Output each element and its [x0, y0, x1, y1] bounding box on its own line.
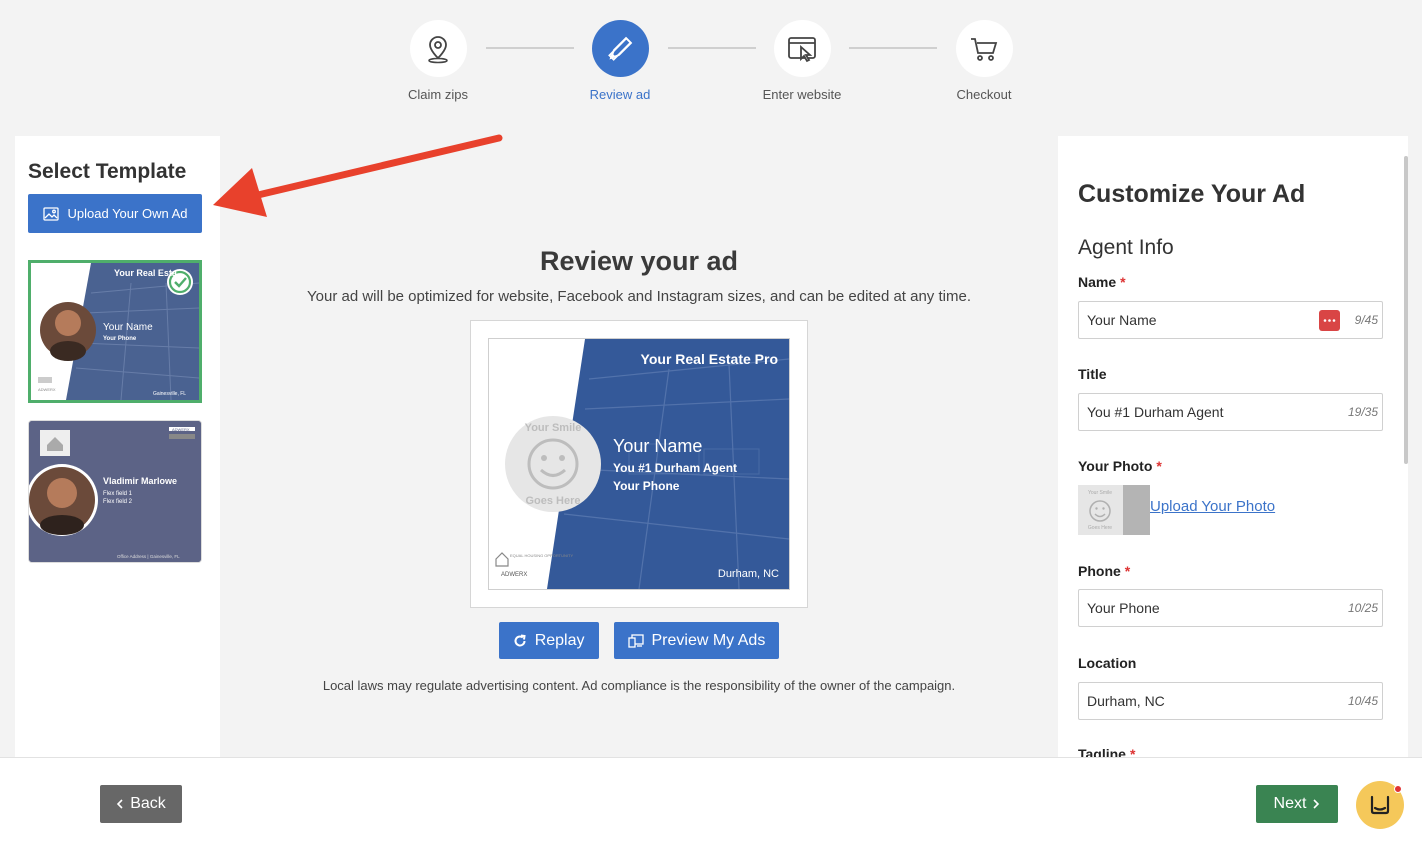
template-2-brand: ADWERX [172, 427, 190, 432]
phone-input[interactable] [1079, 590, 1348, 626]
photo-thumb-bottom: Goes Here [1088, 525, 1112, 531]
photo-thumb-top: Your Smile [1088, 490, 1112, 496]
upload-own-ad-button[interactable]: Upload Your Own Ad [28, 194, 202, 233]
step-review-ad[interactable]: Review ad [560, 20, 680, 102]
svg-text:ADWERX: ADWERX [38, 387, 56, 392]
template-1-phone: Your Phone [103, 336, 137, 342]
location-label: Location [1078, 655, 1137, 671]
template-1-location: Gainesville, FL [153, 391, 186, 397]
bottom-navigation-bar: Back Next [0, 757, 1422, 841]
progress-stepper: Claim zips Review ad Enter website Check… [0, 0, 1422, 120]
phone-counter: 10/25 [1347, 601, 1378, 615]
replay-label: Replay [534, 631, 585, 649]
title-counter: 19/35 [1347, 405, 1378, 419]
back-button[interactable]: Back [100, 785, 182, 823]
template-2-flex1: Flex field 1 [103, 491, 133, 497]
ad-preview-frame: Your Smile Goes Here Your Real Estate Pr… [470, 320, 808, 608]
ad-preview: Your Smile Goes Here Your Real Estate Pr… [488, 338, 790, 590]
template-panel: Select Template Upload Your Own Ad ADWER… [15, 136, 220, 761]
agent-info-heading: Agent Info [1078, 236, 1174, 259]
chevron-right-icon [1313, 799, 1320, 809]
name-label: Name * [1078, 274, 1126, 290]
chat-icon [1370, 795, 1390, 815]
template-2-footer: Office Address | Gainesville, FL [117, 554, 180, 559]
template-option-1[interactable]: ADWERX Your Real Esta Your Name Your Pho… [28, 260, 202, 403]
step-enter-website[interactable]: Enter website [742, 20, 862, 102]
review-area: Review your ad Your ad will be optimized… [220, 136, 1058, 761]
photo-label: Your Photo * [1078, 458, 1162, 474]
ad-brand: ADWERX [501, 572, 527, 578]
title-field-wrapper: 19/35 [1078, 393, 1383, 431]
location-counter: 10/45 [1347, 694, 1378, 708]
step-label: Checkout [956, 87, 1012, 102]
shopping-cart-icon [971, 37, 998, 61]
template-panel-title: Select Template [28, 160, 187, 183]
browser-cursor-icon [788, 36, 816, 62]
next-button[interactable]: Next [1256, 785, 1338, 823]
name-input[interactable] [1079, 302, 1319, 338]
template-option-2[interactable]: ADWERX Vladimir Marlowe Flex field 1 Fle… [28, 420, 202, 563]
chevron-left-icon [117, 799, 123, 809]
customize-scrollbar[interactable] [1404, 156, 1408, 464]
phone-field-wrapper: 10/25 [1078, 589, 1383, 627]
step-label: Enter website [762, 87, 842, 102]
template-1-name: Your Name [103, 322, 153, 333]
template-2-name: Vladimir Marlowe [103, 476, 177, 486]
map-pin-icon [428, 35, 448, 63]
template-1-header: Your Real Esta [114, 268, 178, 278]
ad-preview-canvas: Your Smile Goes Here Your Real Estate Pr… [489, 339, 789, 589]
image-upload-icon [42, 206, 59, 221]
ad-smile-top: Your Smile [525, 422, 582, 434]
chat-launcher-button[interactable] [1356, 781, 1404, 829]
step-label: Claim zips [408, 87, 468, 102]
title-label: Title [1078, 366, 1107, 382]
step-checkout[interactable]: Checkout [924, 20, 1044, 102]
pencil-ruler-icon [608, 36, 633, 61]
ad-name: Your Name [613, 436, 702, 456]
upload-photo-link[interactable]: Upload Your Photo [1150, 498, 1275, 515]
template-2-flex2: Flex field 2 [103, 499, 133, 505]
ad-header: Your Real Estate Pro [641, 351, 778, 367]
ad-eho-text: EQUAL HOUSING OPPORTUNITY [510, 553, 573, 558]
preview-my-ads-button[interactable]: Preview My Ads [613, 622, 780, 659]
ad-title: You #1 Durham Agent [613, 461, 737, 475]
ad-phone: Your Phone [613, 479, 680, 493]
review-subtitle: Your ad will be optimized for website, F… [307, 288, 971, 305]
next-label: Next [1273, 795, 1307, 812]
phone-label: Phone * [1078, 563, 1131, 579]
password-manager-icon[interactable] [1318, 309, 1340, 331]
back-label: Back [130, 795, 166, 812]
template-1-preview: ADWERX Your Real Esta Your Name Your Pho… [31, 263, 199, 400]
compliance-disclaimer: Local laws may regulate advertising cont… [322, 678, 956, 693]
preview-my-ads-label: Preview My Ads [651, 631, 766, 649]
ad-smile-bottom: Goes Here [525, 495, 580, 507]
photo-thumbnail: Your Smile Goes Here [1078, 485, 1150, 535]
replay-icon [514, 634, 526, 647]
customize-panel: Customize Your Ad Agent Info Name* 9/45 … [1058, 136, 1408, 761]
preview-actions: Replay Preview My Ads [220, 622, 1058, 659]
preview-devices-icon [627, 633, 644, 648]
ad-location: Durham, NC [718, 568, 779, 580]
location-field-wrapper: 10/45 [1078, 682, 1383, 720]
step-claim-zips[interactable]: Claim zips [378, 20, 498, 102]
template-2-preview: ADWERX Vladimir Marlowe Flex field 1 Fle… [29, 421, 201, 562]
step-label: Review ad [589, 87, 651, 102]
location-input[interactable] [1079, 683, 1348, 719]
title-input[interactable] [1079, 394, 1348, 430]
customize-title: Customize Your Ad [1078, 180, 1306, 208]
name-field-wrapper: 9/45 [1078, 301, 1383, 339]
upload-own-ad-label: Upload Your Own Ad [67, 206, 188, 221]
replay-button[interactable]: Replay [498, 622, 599, 659]
review-title: Review your ad [539, 246, 739, 276]
name-counter: 9/45 [1354, 313, 1378, 327]
chat-notification-dot [1394, 785, 1402, 793]
